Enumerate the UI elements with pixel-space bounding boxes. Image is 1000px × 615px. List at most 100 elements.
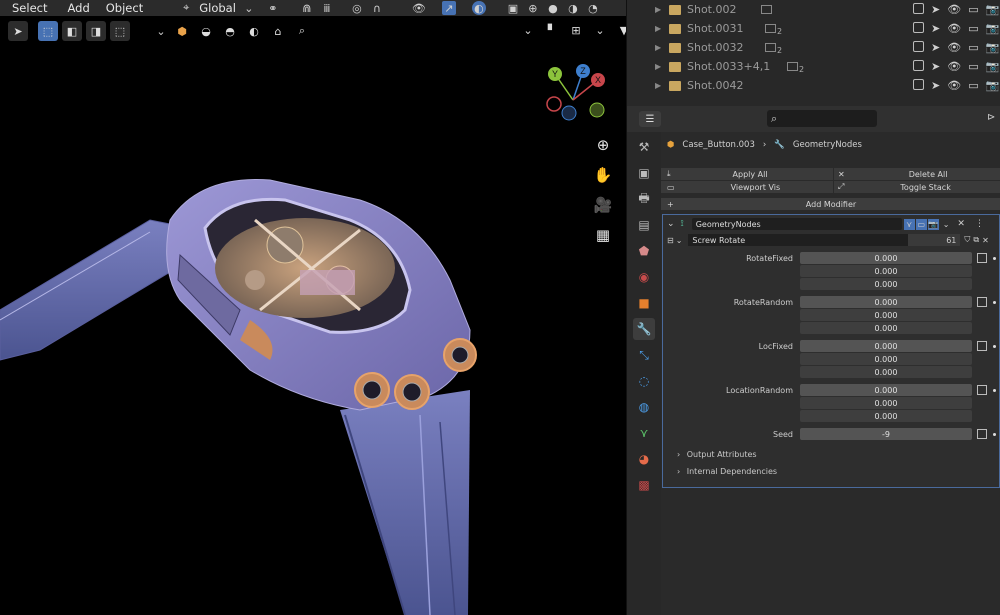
editor-type-icon[interactable]: ☰ — [639, 111, 661, 127]
watch-model[interactable] — [0, 160, 626, 615]
expand-arrow-icon[interactable]: ▶ — [655, 5, 661, 14]
add-modifier-button[interactable]: + Add Modifier — [661, 198, 1000, 210]
vector-x-input[interactable]: 0.000 — [800, 384, 972, 396]
constraints-tab-icon[interactable]: ◍ — [633, 396, 655, 418]
monitor-icon[interactable]: ▭ — [968, 41, 978, 54]
chevron-down-icon[interactable]: ⌄ — [667, 219, 675, 229]
vector-y-input[interactable]: 0.000 — [800, 397, 972, 409]
keyframe-icon[interactable] — [977, 385, 987, 395]
node-tree-icon[interactable]: ⊟ — [667, 236, 674, 245]
output-tab-icon[interactable]: 🖶 — [633, 188, 655, 210]
node-group-field[interactable]: Screw Rotate — [688, 234, 909, 246]
drag-handle-icon[interactable]: ⋮ — [975, 219, 984, 229]
outliner-row[interactable]: ▶ Shot.0032 2 ➤ 👁 ▭ 📷 — [627, 38, 1000, 57]
output-attributes-subpanel[interactable]: › Output Attributes — [677, 450, 757, 459]
outliner-item-name[interactable]: Shot.0033+4,1 — [687, 60, 770, 73]
filter-icon[interactable]: ▼ — [614, 20, 626, 40]
mesh-filter-icon[interactable]: ⌄ — [518, 20, 538, 40]
chevron-down-icon[interactable]: ⌄ — [154, 24, 168, 38]
vector-y-input[interactable]: 0.000 — [800, 265, 972, 277]
dropdown-icon[interactable]: ⌄ — [943, 220, 950, 229]
seed-input[interactable]: -9 — [800, 428, 972, 440]
search-icon[interactable]: ⌕ — [292, 21, 312, 41]
outliner-row[interactable]: ▶ Shot.0033+4,1 2 ➤ 👁 ▭ 📷 — [627, 57, 1000, 76]
modifier-tab-icon[interactable]: 🔧 — [633, 318, 655, 340]
internal-dependencies-subpanel[interactable]: › Internal Dependencies — [677, 467, 777, 476]
visibility-eye-icon[interactable]: 👁 — [412, 1, 426, 15]
camera-render-icon[interactable]: 📷 — [986, 60, 1000, 73]
select-invert-icon[interactable]: ⬚ — [110, 21, 130, 41]
physics-tab-icon[interactable]: ◌ — [633, 370, 655, 392]
falloff-curve-icon[interactable]: ∩ — [370, 1, 384, 15]
toggle-stack-button[interactable]: ⤢ Toggle Stack — [834, 181, 1000, 193]
outliner-row[interactable]: ▶ Shot.0031 2 ➤ 👁 ▭ 📷 — [627, 19, 1000, 38]
animate-dot-icon[interactable] — [993, 301, 996, 304]
scene-tab-icon[interactable]: ⬟ — [633, 240, 655, 262]
select-extend-icon[interactable]: ◧ — [62, 21, 82, 41]
rendered-shading-icon[interactable]: ◔ — [586, 1, 600, 15]
menu-select[interactable]: Select — [12, 1, 47, 15]
view-layer-tab-icon[interactable]: ▤ — [633, 214, 655, 236]
exclude-checkbox[interactable] — [913, 41, 924, 52]
neg-y-axis-ball[interactable] — [589, 102, 605, 118]
vector-y-input[interactable]: 0.000 — [800, 309, 972, 321]
monitor-icon[interactable]: ▭ — [968, 60, 978, 73]
duplicate-icon[interactable]: ⧉ — [973, 235, 979, 245]
search-field[interactable]: ⌕ — [767, 110, 877, 127]
exclude-checkbox[interactable] — [913, 60, 924, 71]
object-mode-icon[interactable]: ⬢ — [172, 21, 192, 41]
world-tab-icon[interactable]: ◉ — [633, 266, 655, 288]
fake-user-shield-icon[interactable]: ⛉ — [964, 235, 970, 245]
properties-editor[interactable]: ☰ ⌕ ⊳ ⚒ ▣ 🖶 ▤ ⬟ ◉ ■ 🔧 ⤡ ◌ ◍ ⋎ ◕ ▩ ⬢ Case… — [626, 106, 1000, 615]
select-tool-icon[interactable]: ➤ — [8, 21, 28, 41]
search-input[interactable] — [781, 113, 872, 124]
modifier-name-field[interactable]: GeometryNodes — [691, 218, 902, 230]
visibility-eye-icon[interactable]: 👁 — [947, 3, 961, 16]
vector-y-input[interactable]: 0.000 — [800, 353, 972, 365]
outliner-item-name[interactable]: Shot.0031 — [687, 22, 744, 35]
animate-dot-icon[interactable] — [993, 257, 996, 260]
apply-all-button[interactable]: ⤓ Apply All — [661, 168, 833, 180]
neg-z-axis-ball[interactable] — [561, 105, 577, 121]
expand-arrow-icon[interactable]: ▶ — [655, 24, 661, 33]
monitor-icon[interactable]: ▭ — [968, 79, 978, 92]
render-tab-icon[interactable]: ▣ — [633, 162, 655, 184]
object-data-tab-icon[interactable]: ⋎ — [633, 422, 655, 444]
select-arrow-icon[interactable]: ➤ — [931, 79, 940, 92]
exclude-checkbox[interactable] — [913, 3, 924, 14]
vector-z-input[interactable]: 0.000 — [800, 366, 972, 378]
xray-icon[interactable]: ▣ — [506, 1, 520, 15]
visibility-eye-icon[interactable]: 👁 — [947, 22, 961, 35]
delete-all-button[interactable]: ✕ Delete All — [834, 168, 1000, 180]
outliner-item-name[interactable]: Shot.0032 — [687, 41, 744, 54]
neg-x-axis-ball[interactable] — [546, 96, 562, 112]
node-group-users[interactable]: 61 — [908, 234, 961, 246]
pin-icon[interactable]: ▘ — [542, 20, 562, 40]
expand-arrow-icon[interactable]: ▶ — [655, 62, 661, 71]
collection-icon[interactable]: ⌂ — [268, 21, 288, 41]
select-subtract-icon[interactable]: ◨ — [86, 21, 106, 41]
menu-add[interactable]: Add — [67, 1, 89, 15]
vector-x-input[interactable]: 0.000 — [800, 340, 972, 352]
monitor-icon[interactable]: ▭ — [968, 3, 978, 16]
particles-tab-icon[interactable]: ⤡ — [633, 344, 655, 366]
outliner[interactable]: ▶ Shot.002 ➤ 👁 ▭ 📷 ▶ Shot.0031 2 ➤ 👁 ▭ 📷… — [626, 0, 1000, 106]
snap-icon[interactable]: ⋒ — [300, 1, 314, 15]
shading-sphere-icon-2[interactable]: ◐ — [244, 21, 264, 41]
proportional-edit-icon[interactable]: ◎ — [350, 1, 364, 15]
camera-render-icon[interactable]: 📷 — [986, 3, 1000, 16]
viewport-vis-button[interactable]: ▭ Viewport Vis — [661, 181, 833, 193]
zoom-icon[interactable]: ⊕ — [594, 136, 612, 154]
transform-orientation-icon[interactable]: ⌖ — [179, 1, 193, 15]
pivot-point-icon[interactable]: ⚭ — [266, 1, 280, 15]
exclude-checkbox[interactable] — [913, 22, 924, 33]
material-shading-icon[interactable]: ◑ — [566, 1, 580, 15]
animate-dot-icon[interactable] — [993, 345, 996, 348]
outliner-item-name[interactable]: Shot.002 — [687, 3, 737, 16]
vector-z-input[interactable]: 0.000 — [800, 322, 972, 334]
visibility-eye-icon[interactable]: 👁 — [947, 79, 961, 92]
exclude-checkbox[interactable] — [913, 79, 924, 90]
render-toggle-icon[interactable]: 📷 — [927, 218, 939, 230]
shading-sphere-icon[interactable]: ◓ — [220, 21, 240, 41]
vector-x-input[interactable]: 0.000 — [800, 252, 972, 264]
